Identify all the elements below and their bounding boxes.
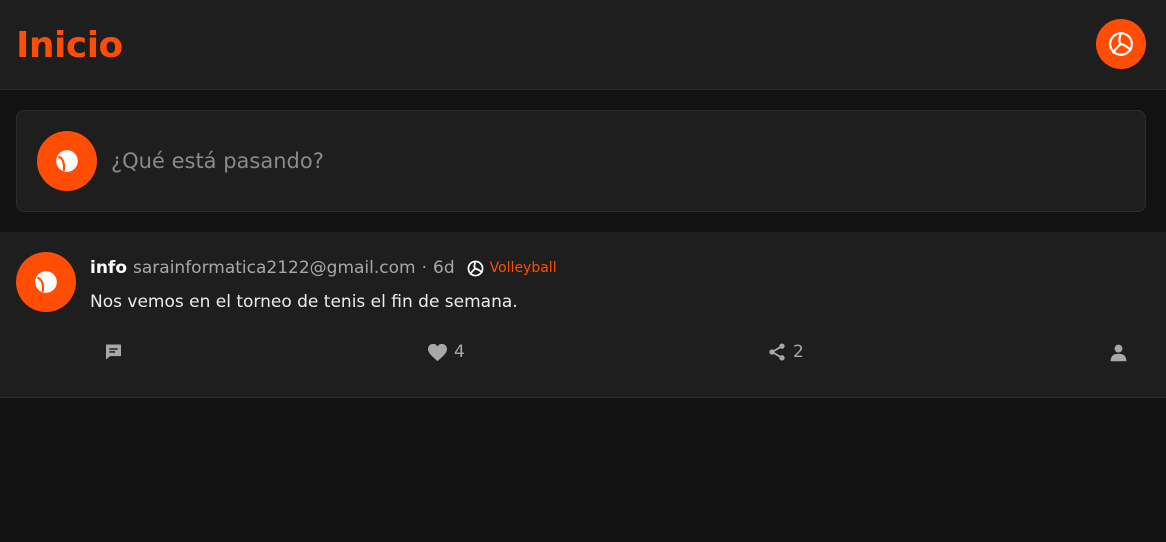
user-icon	[1110, 344, 1127, 361]
post-timestamp: 6d	[433, 258, 455, 278]
share-icon	[769, 343, 785, 361]
post-composer	[16, 110, 1146, 212]
sport-tag[interactable]: Volleyball	[467, 260, 557, 277]
comment-button[interactable]	[103, 340, 124, 364]
heart-icon	[428, 343, 447, 361]
page-title: Inicio	[16, 25, 123, 66]
ball-icon	[35, 271, 57, 293]
top-bar: Inicio	[0, 0, 1166, 90]
volleyball-icon	[1109, 32, 1133, 56]
ball-icon	[56, 150, 78, 172]
sport-label: Volleyball	[489, 260, 557, 276]
volleyball-icon	[467, 260, 484, 276]
meta-separator: ·	[421, 258, 427, 278]
post-card: info sarainformatica2122@gmail.com · 6d …	[0, 232, 1166, 398]
post-text: Nos vemos en el torneo de tenis el fin d…	[90, 292, 518, 312]
post-meta: info sarainformatica2122@gmail.com · 6d …	[90, 256, 557, 280]
post-email: sarainformatica2122@gmail.com	[133, 258, 416, 278]
post-avatar[interactable]	[16, 252, 76, 312]
comment-icon	[106, 344, 121, 360]
profile-avatar-button[interactable]	[1096, 19, 1146, 69]
post-author[interactable]: info	[90, 258, 127, 278]
like-count: 4	[454, 342, 465, 362]
view-profile-button[interactable]	[1109, 340, 1128, 364]
share-button[interactable]: 2	[767, 340, 804, 364]
composer-input[interactable]	[111, 141, 1121, 181]
share-count: 2	[793, 342, 804, 362]
like-button[interactable]: 4	[427, 340, 465, 364]
composer-avatar	[37, 131, 97, 191]
